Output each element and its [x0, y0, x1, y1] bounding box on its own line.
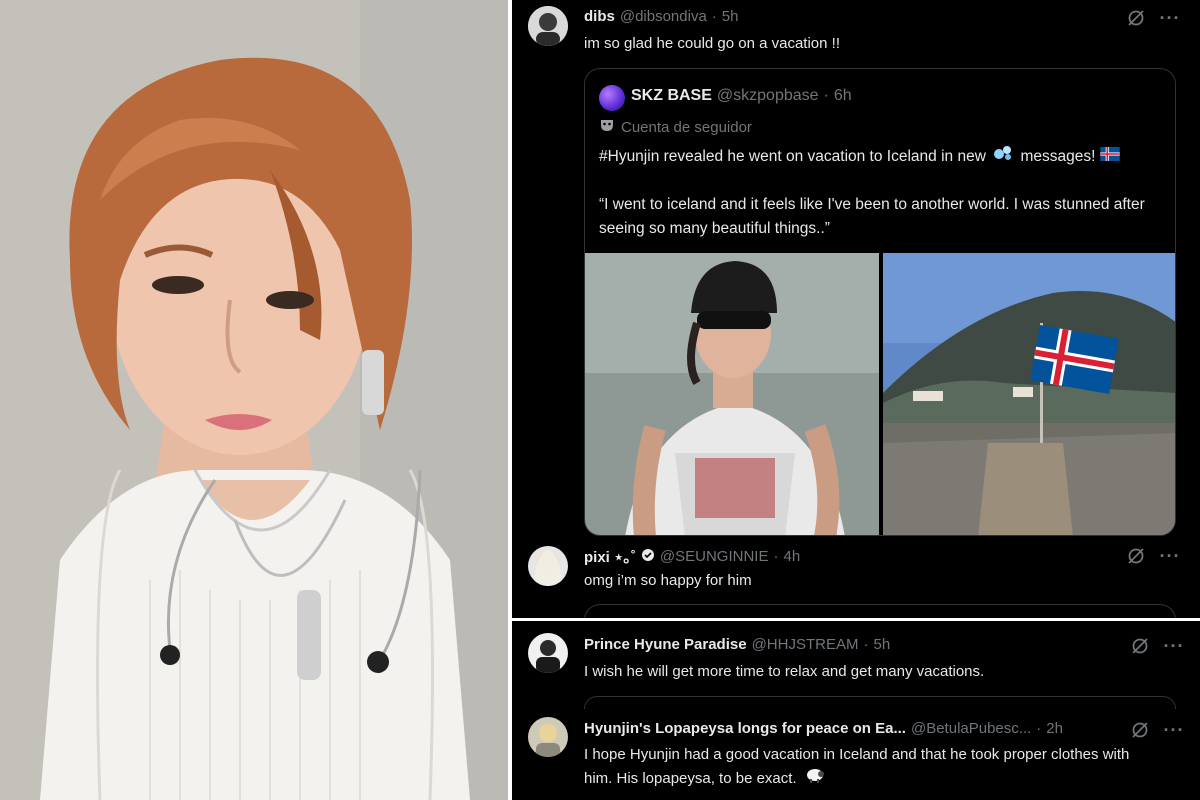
- quote-card-stub[interactable]: [584, 604, 1176, 618]
- tweet-text: I hope Hyunjin had a good vacation in Ic…: [584, 743, 1144, 791]
- avatar[interactable]: [528, 633, 568, 673]
- tweet-text: I wish he will get more time to relax an…: [584, 663, 985, 680]
- mask-icon: [599, 117, 615, 137]
- verified-icon: [641, 548, 655, 566]
- display-name[interactable]: dibs: [584, 8, 615, 25]
- quote-media[interactable]: [585, 253, 1175, 535]
- quote-display-name[interactable]: SKZ BASE: [631, 87, 712, 105]
- display-name[interactable]: Hyunjin's Lopapeysa longs for peace on E…: [584, 720, 906, 737]
- handle[interactable]: @SEUNGINNIE: [660, 548, 769, 565]
- avatar[interactable]: [528, 6, 568, 46]
- quote-text: #Hyunjin revealed he went on vacation to…: [599, 145, 1165, 241]
- portrait-photo: [0, 0, 508, 800]
- more-icon[interactable]: ···: [1160, 8, 1180, 28]
- handle[interactable]: @dibsondiva: [620, 8, 707, 25]
- timestamp[interactable]: 4h: [783, 548, 800, 565]
- quote-timestamp[interactable]: 6h: [834, 87, 852, 105]
- tweet-text: im so glad he could go on a vacation !!: [584, 35, 840, 52]
- quote-text-line2: “I went to iceland and it feels like I'v…: [599, 196, 1145, 238]
- tweet-screenshot-bottom: Prince Hyune Paradise @HHJSTREAM · 5h ··…: [512, 618, 1200, 800]
- media-photo-iceland[interactable]: [882, 253, 1175, 535]
- tweet-text: omg i’m so happy for him: [584, 572, 752, 589]
- quote-card-stub[interactable]: [584, 696, 1176, 709]
- timestamp[interactable]: 5h: [873, 636, 890, 653]
- more-icon[interactable]: ···: [1160, 546, 1180, 566]
- grok-icon[interactable]: [1126, 546, 1146, 566]
- sheep-emoji-icon: [805, 767, 825, 791]
- timestamp[interactable]: 5h: [722, 8, 739, 25]
- grok-icon[interactable]: [1126, 8, 1146, 28]
- separator: ·: [773, 548, 779, 565]
- grok-icon[interactable]: [1130, 720, 1150, 740]
- separator: ·: [823, 87, 829, 104]
- iceland-flag-icon: [1100, 145, 1120, 169]
- quote-avatar[interactable]: [599, 85, 625, 111]
- handle[interactable]: @HHJSTREAM: [752, 636, 859, 653]
- avatar[interactable]: [528, 546, 568, 586]
- tweet-screenshot-top: dibs @dibsondiva · 5h ··· im so glad he …: [512, 0, 1200, 618]
- more-icon[interactable]: ···: [1164, 720, 1184, 740]
- display-name[interactable]: pixi ⋆｡˚: [584, 546, 636, 567]
- media-photo-portrait[interactable]: [585, 253, 880, 535]
- grok-icon[interactable]: [1130, 636, 1150, 656]
- separator: ·: [1036, 720, 1042, 737]
- quote-tweet[interactable]: SKZ BASE @skzpopbase · 6h Cuenta de segu…: [584, 68, 1176, 536]
- tweet-text-content: I hope Hyunjin had a good vacation in Ic…: [584, 746, 1130, 787]
- tweet-prince-hyune[interactable]: Prince Hyune Paradise @HHJSTREAM · 5h ··…: [512, 621, 1200, 709]
- more-icon[interactable]: ···: [1164, 636, 1184, 656]
- tweet-lopapeysa[interactable]: Hyunjin's Lopapeysa longs for peace on E…: [512, 709, 1200, 800]
- separator: ·: [711, 8, 717, 25]
- follower-badge-label: Cuenta de seguidor: [621, 118, 752, 136]
- display-name[interactable]: Prince Hyune Paradise: [584, 636, 747, 653]
- timestamp[interactable]: 2h: [1046, 720, 1063, 737]
- quote-text-line1-end: messages!: [1020, 148, 1096, 166]
- avatar[interactable]: [528, 717, 568, 757]
- quote-text-line1: #Hyunjin revealed he went on vacation to…: [599, 148, 986, 166]
- separator: ·: [863, 636, 869, 653]
- bubbles-emoji-icon: [993, 145, 1013, 169]
- handle[interactable]: @BetulaPubesc...: [911, 720, 1031, 737]
- tweet-pixi[interactable]: pixi ⋆｡˚ @SEUNGINNIE · 4h ··· omg i’m so…: [512, 540, 1200, 618]
- quote-handle[interactable]: @skzpopbase: [717, 87, 819, 105]
- tweet-dibs[interactable]: dibs @dibsondiva · 5h ··· im so glad he …: [512, 0, 1200, 540]
